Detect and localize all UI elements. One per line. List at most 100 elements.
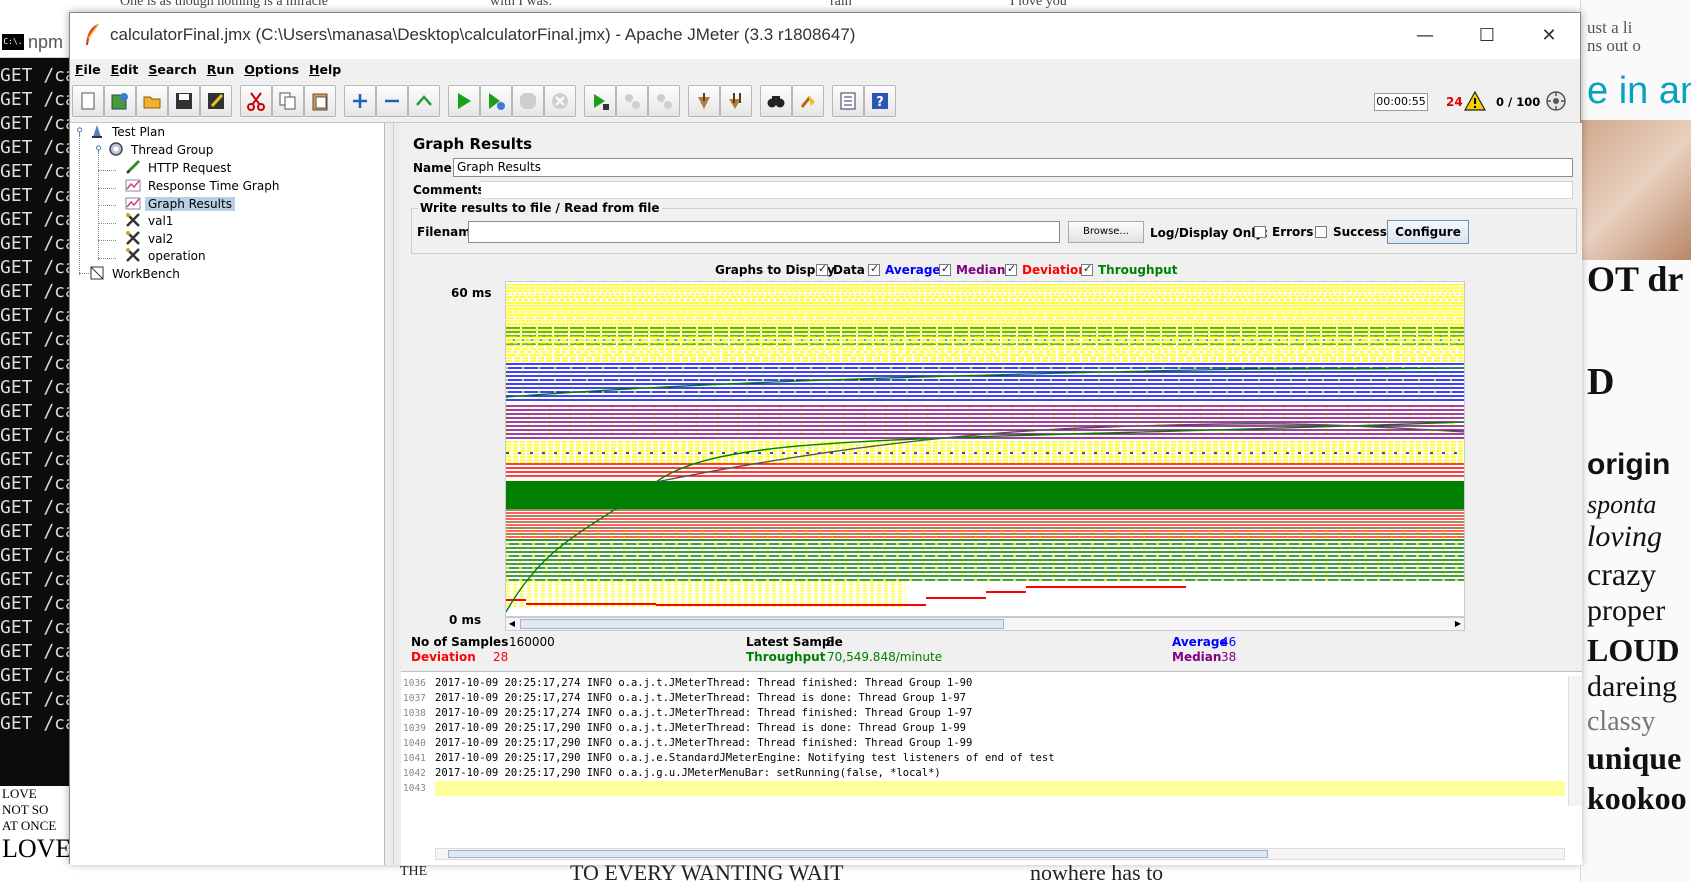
log-display-label: Log/Display Only:: [1150, 226, 1268, 240]
jmeter-window: calculatorFinal.jmx (C:\Users\manasa\Des…: [69, 12, 1582, 865]
test-plan-toggle[interactable]: ⚲: [75, 128, 84, 137]
collage-word: LOVE ME: [2, 834, 70, 863]
browse-button[interactable]: Browse...: [1068, 221, 1144, 243]
name-field[interactable]: Graph Results: [453, 158, 1573, 177]
start-button[interactable]: [448, 85, 480, 117]
comments-field[interactable]: [481, 181, 1573, 199]
graph-horizontal-scrollbar[interactable]: ◀ ▶: [505, 617, 1465, 631]
expand-button[interactable]: [344, 85, 376, 117]
errors-checkbox[interactable]: [1254, 226, 1266, 238]
log-line-number: 1043: [403, 783, 426, 794]
cut-button[interactable]: [240, 85, 272, 117]
collage-word: with I was:: [490, 0, 553, 9]
log-line: 2017-10-09 20:25:17,290 INFO o.a.j.e.Sta…: [435, 752, 1055, 764]
workbench-icon: [90, 266, 104, 280]
average-checkbox[interactable]: [868, 262, 880, 276]
save-button[interactable]: [168, 85, 200, 117]
log-vertical-scrollbar[interactable]: [1568, 676, 1582, 806]
median-checkbox[interactable]: [939, 262, 951, 276]
tree-node-label: WorkBench: [112, 267, 180, 281]
log-horizontal-scrollbar[interactable]: [435, 848, 1565, 860]
help-button[interactable]: ?: [864, 85, 896, 117]
menu-options[interactable]: Options: [239, 59, 304, 81]
start-no-pause-button[interactable]: [480, 85, 512, 117]
copy-button[interactable]: [272, 85, 304, 117]
tree-node-thread-group[interactable]: Thread Group: [108, 141, 216, 159]
new-icon: [81, 92, 95, 110]
clear-button[interactable]: [688, 85, 720, 117]
panel-splitter[interactable]: [393, 123, 401, 865]
deviation-checkbox[interactable]: [1005, 262, 1017, 276]
collage-word: TO EVERY WANTING WAIT: [570, 864, 844, 882]
remote-shutdown-button[interactable]: [648, 85, 680, 117]
open-button[interactable]: [136, 85, 168, 117]
assertion-icon: [126, 213, 140, 227]
menu-run[interactable]: Run: [202, 59, 239, 81]
data-checkbox[interactable]: [816, 262, 828, 276]
close-button[interactable]: ✕: [1518, 13, 1580, 59]
save-as-icon: [208, 93, 224, 109]
window-title: calculatorFinal.jmx (C:\Users\manasa\Des…: [110, 25, 856, 44]
log-current-line[interactable]: [435, 781, 1565, 796]
collapse-button[interactable]: [376, 85, 408, 117]
thread-group-toggle[interactable]: ⚲: [94, 146, 103, 155]
median-label: Median: [1172, 650, 1222, 664]
reset-search-button[interactable]: [792, 85, 824, 117]
throughput-checkbox[interactable]: [1081, 262, 1093, 276]
tree-node-test-plan[interactable]: Test Plan: [89, 123, 168, 141]
remote-stop-button[interactable]: [616, 85, 648, 117]
menu-edit[interactable]: Edit: [106, 59, 144, 81]
configure-button[interactable]: Configure: [1387, 220, 1469, 244]
tree-scrollbar[interactable]: [385, 123, 393, 865]
title-bar[interactable]: calculatorFinal.jmx (C:\Users\manasa\Des…: [70, 13, 1580, 59]
scroll-right-arrow[interactable]: ▶: [1452, 618, 1464, 630]
toggle-button[interactable]: [408, 85, 440, 117]
menu-search[interactable]: Search: [143, 59, 201, 81]
graph-results-panel: Graph Results Name: Graph Results Commen…: [401, 123, 1582, 865]
log-line-number: 1036: [403, 678, 426, 689]
active-thread-count: 0 / 100: [1496, 95, 1541, 109]
tree-node-graph-results[interactable]: Graph Results: [125, 195, 235, 213]
deviation-value: 28: [493, 650, 509, 664]
successes-checkbox[interactable]: [1315, 226, 1327, 238]
function-helper-button[interactable]: [832, 85, 864, 117]
tree-node-label: Test Plan: [112, 125, 165, 139]
collage-word: kookoo: [1587, 780, 1687, 816]
tree-node-val1[interactable]: val1: [125, 212, 176, 230]
minimize-button[interactable]: —: [1394, 13, 1456, 59]
remote-start-button[interactable]: [584, 85, 616, 117]
menu-help[interactable]: Help: [304, 59, 346, 81]
log-viewer[interactable]: 1036 1037 1038 1039 1040 1041 1042 1043 …: [401, 671, 1582, 865]
tree-node-response-time-graph[interactable]: Response Time Graph: [125, 177, 282, 195]
tree-node-workbench[interactable]: WorkBench: [89, 265, 183, 283]
log-line: 2017-10-09 20:25:17,274 INFO o.a.j.t.JMe…: [435, 692, 967, 704]
menu-file[interactable]: File: [70, 59, 106, 81]
log-lines: 2017-10-09 20:25:17,274 INFO o.a.j.t.JMe…: [435, 676, 1565, 796]
search-button[interactable]: [760, 85, 792, 117]
shutdown-button[interactable]: [544, 85, 576, 117]
scroll-thumb[interactable]: [448, 850, 1268, 858]
clear-all-button[interactable]: [720, 85, 752, 117]
collage-word: THE: [400, 864, 428, 879]
terminal-line: GET /ca: [0, 425, 70, 446]
terminal-line: GET /ca: [0, 569, 70, 590]
samples-label: No of Samples: [411, 635, 509, 649]
save-as-button[interactable]: [200, 85, 232, 117]
templates-button[interactable]: [104, 85, 136, 117]
graph-band: [506, 481, 1464, 509]
stop-button[interactable]: [512, 85, 544, 117]
maximize-button[interactable]: ☐: [1456, 13, 1518, 59]
log-line: 2017-10-09 20:25:17,274 INFO o.a.j.t.JMe…: [435, 707, 973, 719]
background-bottom-strip: THE TO EVERY WANTING WAIT nowhere has to: [70, 864, 1580, 882]
scroll-thumb[interactable]: [520, 619, 1004, 629]
terminal-line: GET /ca: [0, 305, 70, 326]
new-button[interactable]: [72, 85, 104, 117]
paste-button[interactable]: [304, 85, 336, 117]
tree-node-operation[interactable]: operation: [125, 247, 209, 265]
scroll-left-arrow[interactable]: ◀: [506, 618, 518, 630]
filename-field[interactable]: [468, 221, 1060, 243]
warning-icon[interactable]: [1464, 91, 1486, 111]
collage-word: classy: [1587, 706, 1656, 737]
tree-node-http-request[interactable]: HTTP Request: [125, 159, 234, 177]
tree-node-val2[interactable]: val2: [125, 230, 176, 248]
